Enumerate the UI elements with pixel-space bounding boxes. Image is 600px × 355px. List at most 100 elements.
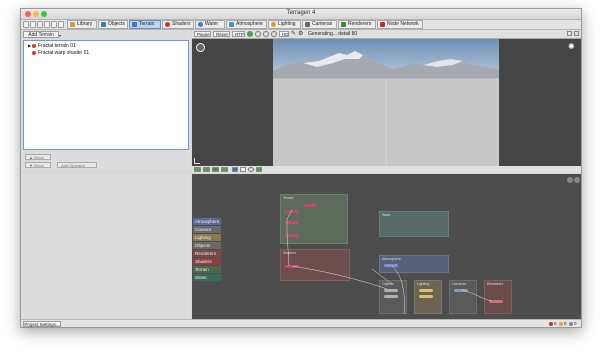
tab-water[interactable]: Water — [195, 20, 225, 29]
add-terrain-button[interactable]: Add Terrain — [23, 31, 59, 38]
view-icon[interactable] — [232, 167, 238, 172]
node-terrain-c[interactable] — [285, 234, 299, 237]
viewport-toolbar: Pause Reset RTP HD ✎ ⚙ Generating... det… — [192, 30, 581, 39]
message-count: 0 — [574, 321, 577, 326]
tab-terrain[interactable]: Terrain — [129, 20, 161, 29]
group-terrain[interactable]: Terrain — [280, 194, 348, 244]
add-operator-button[interactable]: Add Operator — [57, 162, 97, 168]
node-camera[interactable] — [454, 289, 468, 292]
network-view-icon[interactable] — [567, 177, 573, 183]
add-terrain-dropdown-icon[interactable]: ▾ — [59, 33, 61, 38]
tab-objects[interactable]: Objects — [98, 20, 128, 29]
project-settings-button[interactable]: Project Settings... — [23, 321, 61, 327]
node-atmosphere[interactable] — [384, 264, 398, 267]
group-lighting[interactable]: Lighting — [414, 280, 442, 314]
renderers-icon — [341, 22, 346, 27]
node-network-toolbar — [192, 166, 581, 173]
category-objects[interactable]: Objects — [193, 242, 221, 249]
node-object-a[interactable] — [384, 289, 398, 292]
move-down-button[interactable]: ▼ Move — [25, 162, 51, 168]
tab-cameras[interactable]: Cameras — [302, 20, 337, 29]
category-atmosphere[interactable]: Atmosphere — [193, 218, 221, 225]
tab-shaders[interactable]: Shaders — [162, 20, 194, 29]
left-panel-empty-area — [21, 174, 191, 319]
render-preview-image[interactable] — [273, 39, 499, 166]
node-renderer[interactable] — [489, 300, 503, 303]
wire-icon[interactable] — [263, 31, 269, 37]
shade-icon[interactable] — [255, 31, 261, 37]
error-icon[interactable] — [549, 322, 553, 326]
node-fractal-terrain[interactable] — [303, 204, 317, 207]
node-terrain-b[interactable] — [285, 221, 299, 224]
node-terrain-a[interactable] — [285, 210, 299, 213]
filter-icon[interactable] — [240, 167, 246, 172]
tab-library[interactable]: Library — [67, 20, 97, 29]
rtp-button[interactable]: RTP — [232, 31, 245, 37]
reset-button[interactable]: Reset — [213, 31, 230, 37]
settings-icon[interactable]: ⚙ — [298, 30, 303, 37]
pause-button[interactable]: Pause — [194, 31, 211, 37]
category-lighting[interactable]: Lighting — [193, 234, 221, 241]
zoom-network-icon[interactable] — [221, 167, 228, 172]
new-project-icon[interactable] — [23, 21, 29, 28]
resize-grip-icon[interactable] — [194, 158, 200, 164]
sun-icon[interactable]: ✺ — [568, 43, 575, 51]
viewport-detach-icon[interactable] — [574, 31, 579, 36]
library-icon — [70, 22, 75, 27]
node-network-panel[interactable]: Atmosphere Camera Lighting Objects Rende… — [192, 174, 581, 319]
grid-icon[interactable] — [51, 21, 57, 28]
navigation-compass-icon[interactable] — [196, 43, 205, 52]
group-objects[interactable]: Objects — [379, 280, 407, 314]
pencil-icon[interactable]: ✎ — [291, 30, 296, 37]
tab-node-network[interactable]: Node Network — [377, 20, 423, 29]
tree-item-fractal-terrain[interactable]: ▶ Fractal terrain 01 — [28, 43, 76, 49]
main-toolbar: Library Objects Terrain Shaders Water At… — [21, 20, 581, 30]
add-node-icon[interactable] — [194, 167, 201, 172]
link-icon[interactable] — [256, 167, 262, 172]
node-fractal-warp-shader[interactable] — [285, 265, 299, 268]
layout-icon[interactable] — [212, 167, 219, 172]
tab-renderers[interactable]: Renderers — [338, 20, 376, 29]
status-bar: Project Settings... 0 0 0 — [21, 319, 581, 327]
render-icon[interactable] — [58, 21, 64, 28]
tab-lighting[interactable]: Lighting — [268, 20, 301, 29]
message-icon[interactable] — [569, 322, 573, 326]
render-preview-icon[interactable] — [247, 31, 253, 37]
zoom-out-icon[interactable] — [44, 21, 50, 28]
points-icon[interactable] — [271, 31, 277, 37]
node-light-b[interactable] — [419, 295, 433, 298]
search-icon[interactable] — [248, 167, 254, 172]
render-status: Generating... detail 80 — [308, 31, 358, 37]
category-shaders[interactable]: Shaders — [193, 258, 221, 265]
group-cameras[interactable]: Cameras — [449, 280, 477, 314]
add-group-icon[interactable] — [203, 167, 210, 172]
category-renderers[interactable]: Renderers — [193, 250, 221, 257]
node-light-a[interactable] — [419, 289, 433, 292]
app-window: Terragen 4 Library Objects Terrain Shade… — [20, 8, 582, 328]
3d-preview-viewport[interactable]: ✺ — [192, 39, 581, 166]
error-count: 0 — [554, 321, 557, 326]
warning-icon[interactable] — [559, 322, 563, 326]
tab-atmosphere[interactable]: Atmosphere — [226, 20, 267, 29]
group-shaders[interactable]: Shaders — [280, 249, 350, 281]
category-water[interactable]: Water — [193, 274, 221, 281]
move-up-button[interactable]: ▲ Move — [25, 154, 51, 160]
atmosphere-icon — [229, 22, 234, 27]
network-options-icon[interactable] — [574, 177, 580, 183]
node-object-b[interactable] — [384, 295, 398, 298]
terrain-tree[interactable]: ▶ Fractal terrain 01 Fractal warp shader… — [23, 40, 189, 150]
hd-button[interactable]: HD — [279, 31, 289, 37]
group-atmosphere[interactable]: Atmosphere — [379, 255, 449, 273]
group-water[interactable]: Water — [379, 211, 449, 237]
shaders-icon — [165, 22, 170, 27]
category-camera[interactable]: Camera — [193, 226, 221, 233]
expand-arrow-icon[interactable]: ▶ — [28, 43, 31, 49]
group-renderers[interactable]: Renderers — [484, 280, 512, 314]
zoom-icon[interactable] — [37, 21, 43, 28]
tree-item-fractal-warp-shader[interactable]: Fractal warp shader 01 — [28, 50, 89, 56]
open-project-icon[interactable] — [30, 21, 36, 28]
terrain-list-panel: Add Terrain ▾ ▶ Fractal terrain 01 Fract… — [21, 30, 191, 170]
category-terrain[interactable]: Terrain — [193, 266, 221, 273]
water-icon — [198, 22, 203, 27]
viewport-expand-icon[interactable] — [567, 31, 572, 36]
